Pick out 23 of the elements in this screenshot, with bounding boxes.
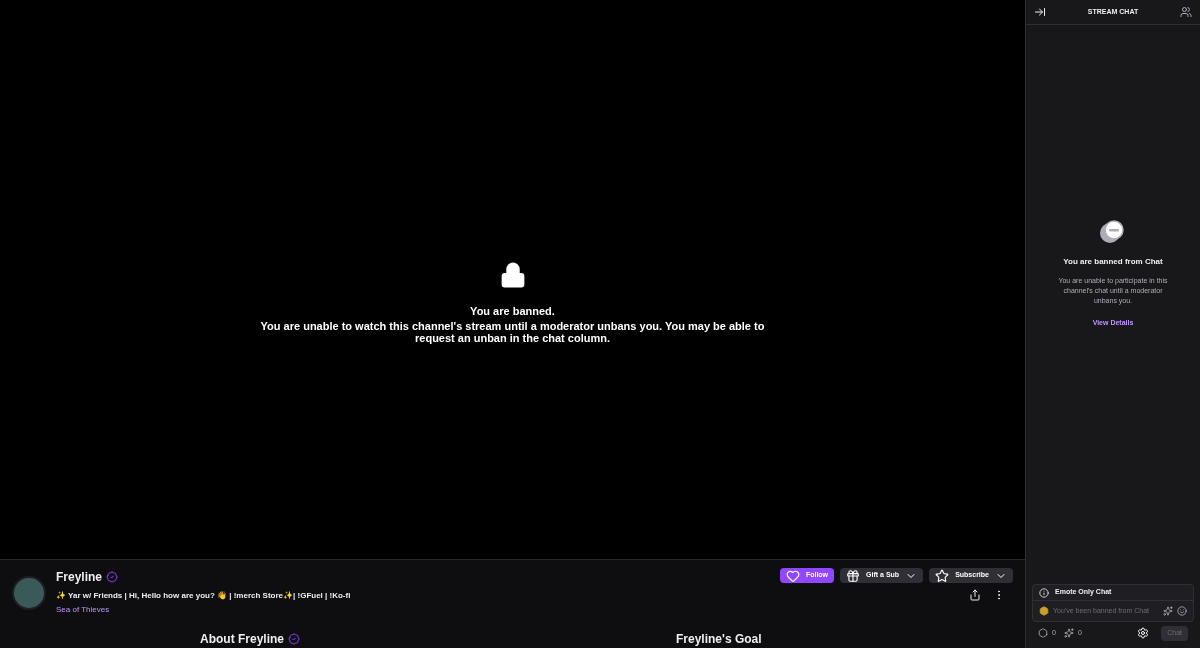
category-link[interactable]: Sea of Thieves bbox=[56, 604, 351, 616]
emote-icon[interactable] bbox=[1177, 606, 1187, 616]
badge-icon bbox=[1039, 606, 1049, 616]
gift-icon bbox=[846, 568, 861, 583]
share-icon[interactable] bbox=[969, 589, 981, 601]
users-icon[interactable] bbox=[1180, 6, 1192, 18]
bits-icon[interactable] bbox=[1063, 628, 1074, 638]
points-icon[interactable] bbox=[1038, 628, 1048, 638]
chat-banned-title: You are banned from Chat bbox=[1063, 256, 1163, 269]
star-icon bbox=[935, 568, 950, 583]
section-heading: Freyline's Goal bbox=[676, 631, 762, 648]
section-heading: About Freyline bbox=[200, 631, 284, 648]
sparkles-icon[interactable] bbox=[1163, 606, 1173, 616]
info-icon bbox=[1039, 587, 1049, 598]
channel-name[interactable]: Freyline bbox=[56, 568, 103, 586]
stream-title: ✨ Yar w/ Friends | Hi, Hello how are you? 👋 | !merch Store✨| !GFuel | !Ko-fi bbox=[56, 590, 351, 602]
banned-icon bbox=[1100, 220, 1126, 245]
banned-message: You are unable to watch this channel's stream until a moderator unbans you. You may be able to request an unban in the chat column. bbox=[259, 319, 766, 344]
banned-title: You are banned. bbox=[470, 304, 555, 320]
avatar[interactable] bbox=[12, 576, 46, 610]
settings-icon[interactable] bbox=[1137, 627, 1150, 639]
heart-icon bbox=[785, 568, 800, 583]
collapse-icon[interactable] bbox=[1034, 6, 1046, 18]
